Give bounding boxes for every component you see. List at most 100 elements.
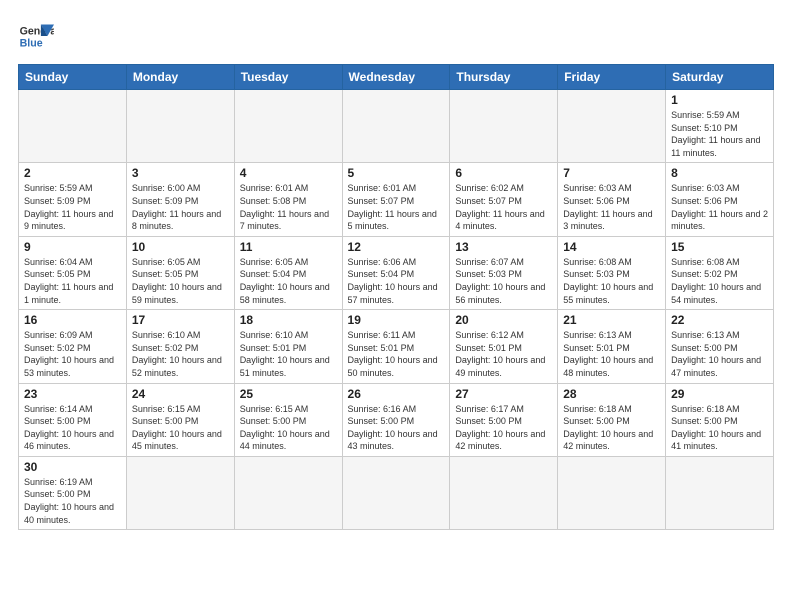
day-info: Sunrise: 6:19 AM Sunset: 5:00 PM Dayligh… [24,476,121,526]
calendar-cell [666,456,774,529]
calendar-cell: 14 Sunrise: 6:08 AM Sunset: 5:03 PM Dayli… [558,236,666,309]
calendar-week-row: 30 Sunrise: 6:19 AM Sunset: 5:00 PM Dayli… [19,456,774,529]
day-info: Sunrise: 6:15 AM Sunset: 5:00 PM Dayligh… [132,403,229,453]
calendar-cell: 19Sunrise: 6:11 AM Sunset: 5:01 PM Dayli… [342,310,450,383]
calendar-cell: 7 Sunrise: 6:03 AM Sunset: 5:06 PM Daylig… [558,163,666,236]
day-number: 10 [132,240,229,254]
calendar-cell [234,456,342,529]
calendar-cell: 25 Sunrise: 6:15 AM Sunset: 5:00 PM Dayli… [234,383,342,456]
day-number: 26 [348,387,445,401]
day-info: Sunrise: 6:03 AM Sunset: 5:06 PM Dayligh… [563,182,660,232]
calendar-cell: 28 Sunrise: 6:18 AM Sunset: 5:00 PM Dayli… [558,383,666,456]
day-number: 25 [240,387,337,401]
day-info: Sunrise: 6:18 AM Sunset: 5:00 PM Dayligh… [671,403,768,453]
day-info: Sunrise: 6:10 AM Sunset: 5:02 PM Dayligh… [132,329,229,379]
header: General Blue [18,18,774,54]
calendar-cell [234,90,342,163]
svg-text:Blue: Blue [20,38,43,50]
calendar-cell: 30 Sunrise: 6:19 AM Sunset: 5:00 PM Dayli… [19,456,127,529]
calendar-cell: 20Sunrise: 6:12 AM Sunset: 5:01 PM Dayli… [450,310,558,383]
day-number: 6 [455,166,552,180]
day-info: Sunrise: 6:16 AM Sunset: 5:00 PM Dayligh… [348,403,445,453]
calendar-cell: 22Sunrise: 6:13 AM Sunset: 5:00 PM Dayli… [666,310,774,383]
day-number: 11 [240,240,337,254]
day-info: Sunrise: 6:01 AM Sunset: 5:08 PM Dayligh… [240,182,337,232]
day-number: 29 [671,387,768,401]
day-number: 23 [24,387,121,401]
calendar-cell: 23 Sunrise: 6:14 AM Sunset: 5:00 PM Dayli… [19,383,127,456]
day-number: 4 [240,166,337,180]
calendar-cell: 18 Sunrise: 6:10 AM Sunset: 5:01 PM Dayli… [234,310,342,383]
day-number: 8 [671,166,768,180]
day-number: 19 [348,313,445,327]
calendar-cell: 24 Sunrise: 6:15 AM Sunset: 5:00 PM Dayli… [126,383,234,456]
day-number: 15 [671,240,768,254]
day-info: Sunrise: 6:10 AM Sunset: 5:01 PM Dayligh… [240,329,337,379]
day-info: Sunrise: 6:15 AM Sunset: 5:00 PM Dayligh… [240,403,337,453]
day-number: 13 [455,240,552,254]
day-number: 28 [563,387,660,401]
calendar-cell [342,90,450,163]
calendar-cell: 2Sunrise: 5:59 AM Sunset: 5:09 PM Daylig… [19,163,127,236]
calendar-cell [19,90,127,163]
day-info: Sunrise: 6:07 AM Sunset: 5:03 PM Dayligh… [455,256,552,306]
calendar-cell: 12Sunrise: 6:06 AM Sunset: 5:04 PM Dayli… [342,236,450,309]
day-number: 12 [348,240,445,254]
calendar-cell [450,456,558,529]
weekday-header-row: SundayMondayTuesdayWednesdayThursdayFrid… [19,65,774,90]
calendar-cell [342,456,450,529]
day-info: Sunrise: 5:59 AM Sunset: 5:10 PM Dayligh… [671,109,768,159]
calendar-week-row: 1Sunrise: 5:59 AM Sunset: 5:10 PM Daylig… [19,90,774,163]
calendar-cell: 13 Sunrise: 6:07 AM Sunset: 5:03 PM Dayli… [450,236,558,309]
calendar-cell: 4 Sunrise: 6:01 AM Sunset: 5:08 PM Daylig… [234,163,342,236]
calendar-cell [450,90,558,163]
day-info: Sunrise: 6:01 AM Sunset: 5:07 PM Dayligh… [348,182,445,232]
weekday-header-saturday: Saturday [666,65,774,90]
day-number: 18 [240,313,337,327]
day-number: 21 [563,313,660,327]
day-info: Sunrise: 6:05 AM Sunset: 5:05 PM Dayligh… [132,256,229,306]
calendar-cell: 6 Sunrise: 6:02 AM Sunset: 5:07 PM Daylig… [450,163,558,236]
calendar-cell: 5 Sunrise: 6:01 AM Sunset: 5:07 PM Daylig… [342,163,450,236]
calendar-week-row: 9 Sunrise: 6:04 AM Sunset: 5:05 PM Daylig… [19,236,774,309]
weekday-header-tuesday: Tuesday [234,65,342,90]
generalblue-logo-icon: General Blue [18,18,54,54]
day-number: 7 [563,166,660,180]
calendar-cell: 3Sunrise: 6:00 AM Sunset: 5:09 PM Daylig… [126,163,234,236]
calendar-cell: 16Sunrise: 6:09 AM Sunset: 5:02 PM Dayli… [19,310,127,383]
calendar-cell [558,90,666,163]
page: General Blue SundayMondayTuesdayWednesda… [0,0,792,612]
day-info: Sunrise: 6:08 AM Sunset: 5:03 PM Dayligh… [563,256,660,306]
calendar-cell: 10 Sunrise: 6:05 AM Sunset: 5:05 PM Dayli… [126,236,234,309]
calendar-cell: 26 Sunrise: 6:16 AM Sunset: 5:00 PM Dayli… [342,383,450,456]
day-info: Sunrise: 6:13 AM Sunset: 5:01 PM Dayligh… [563,329,660,379]
day-info: Sunrise: 6:02 AM Sunset: 5:07 PM Dayligh… [455,182,552,232]
day-info: Sunrise: 6:14 AM Sunset: 5:00 PM Dayligh… [24,403,121,453]
logo: General Blue [18,18,54,54]
day-info: Sunrise: 6:09 AM Sunset: 5:02 PM Dayligh… [24,329,121,379]
day-info: Sunrise: 6:05 AM Sunset: 5:04 PM Dayligh… [240,256,337,306]
day-number: 9 [24,240,121,254]
day-info: Sunrise: 6:04 AM Sunset: 5:05 PM Dayligh… [24,256,121,306]
day-info: Sunrise: 6:18 AM Sunset: 5:00 PM Dayligh… [563,403,660,453]
calendar-cell [126,456,234,529]
day-number: 5 [348,166,445,180]
calendar-cell: 1Sunrise: 5:59 AM Sunset: 5:10 PM Daylig… [666,90,774,163]
calendar-cell [558,456,666,529]
day-info: Sunrise: 6:12 AM Sunset: 5:01 PM Dayligh… [455,329,552,379]
calendar-cell: 29 Sunrise: 6:18 AM Sunset: 5:00 PM Dayli… [666,383,774,456]
day-number: 17 [132,313,229,327]
weekday-header-thursday: Thursday [450,65,558,90]
day-number: 3 [132,166,229,180]
day-number: 30 [24,460,121,474]
calendar-cell: 11 Sunrise: 6:05 AM Sunset: 5:04 PM Dayli… [234,236,342,309]
day-number: 24 [132,387,229,401]
calendar-cell: 27Sunrise: 6:17 AM Sunset: 5:00 PM Dayli… [450,383,558,456]
day-info: Sunrise: 6:13 AM Sunset: 5:00 PM Dayligh… [671,329,768,379]
weekday-header-monday: Monday [126,65,234,90]
calendar-cell: 8Sunrise: 6:03 AM Sunset: 5:06 PM Daylig… [666,163,774,236]
day-number: 14 [563,240,660,254]
day-number: 27 [455,387,552,401]
weekday-header-sunday: Sunday [19,65,127,90]
calendar-cell [126,90,234,163]
